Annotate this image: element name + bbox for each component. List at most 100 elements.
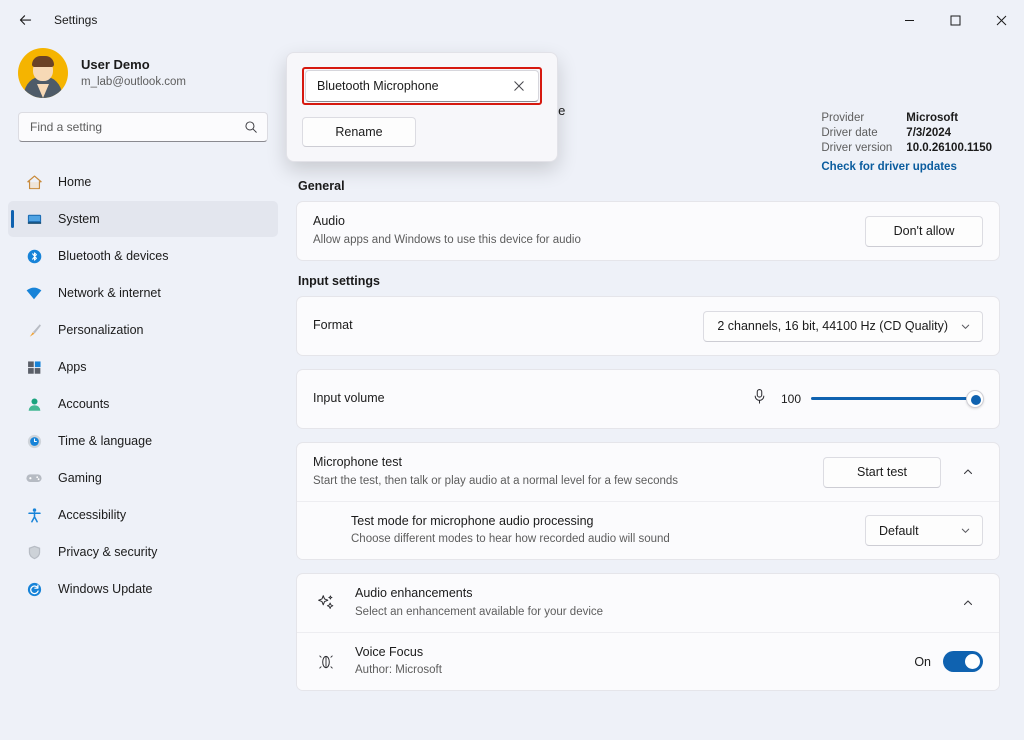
search-box[interactable] <box>18 112 268 142</box>
sidebar-item-label: Windows Update <box>58 582 153 596</box>
driver-provider-label: Provider <box>821 112 892 124</box>
dont-allow-button[interactable]: Don't allow <box>865 216 983 247</box>
sidebar-item-system[interactable]: System <box>8 201 278 237</box>
voice-focus-title: Voice Focus <box>355 644 914 662</box>
chevron-up-icon[interactable] <box>953 588 983 618</box>
driver-version-value: 10.0.26100.1150 <box>906 142 992 154</box>
input-volume-title: Input volume <box>313 390 752 408</box>
bluetooth-icon <box>24 246 44 266</box>
sidebar-item-apps[interactable]: Apps <box>8 349 278 385</box>
audio-enhancements-sub: Select an enhancement available for your… <box>355 605 953 621</box>
input-settings-section-label: Input settings <box>298 274 1000 288</box>
format-value: 2 channels, 16 bit, 44100 Hz (CD Quality… <box>717 319 948 333</box>
driver-date-label: Driver date <box>821 127 892 139</box>
audio-title: Audio <box>313 213 865 231</box>
sidebar-item-network-internet[interactable]: Network & internet <box>8 275 278 311</box>
sidebar-item-label: Home <box>58 175 91 189</box>
accounts-icon <box>24 394 44 414</box>
rename-flyout: Rename <box>286 52 558 162</box>
voice-focus-sub: Author: Microsoft <box>355 663 914 679</box>
maximize-button[interactable] <box>932 0 978 40</box>
sidebar-item-label: Privacy & security <box>58 545 157 559</box>
check-driver-updates-link[interactable]: Check for driver updates <box>821 161 992 173</box>
home-icon <box>24 172 44 192</box>
avatar <box>18 48 68 98</box>
system-icon <box>24 209 44 229</box>
arrow-left-icon <box>18 13 33 28</box>
test-mode-sub: Choose different modes to hear how recor… <box>351 532 865 548</box>
close-button[interactable] <box>978 0 1024 40</box>
format-dropdown[interactable]: 2 channels, 16 bit, 44100 Hz (CD Quality… <box>703 311 983 342</box>
sidebar-item-label: Personalization <box>58 323 143 337</box>
accessibility-icon <box>24 505 44 525</box>
voice-focus-toggle[interactable] <box>943 651 983 672</box>
sidebar-item-privacy-security[interactable]: Privacy & security <box>8 534 278 570</box>
back-button[interactable] <box>8 4 42 36</box>
rename-input-box[interactable] <box>305 70 539 102</box>
sidebar-item-bluetooth-devices[interactable]: Bluetooth & devices <box>8 238 278 274</box>
sidebar-item-accessibility[interactable]: Accessibility <box>8 497 278 533</box>
sidebar-item-home[interactable]: Home <box>8 164 278 200</box>
format-title: Format <box>313 317 703 335</box>
audio-enhancements-title: Audio enhancements <box>355 585 953 603</box>
driver-provider-value: Microsoft <box>906 112 992 124</box>
maximize-icon <box>950 15 961 26</box>
profile-email: m_lab@outlook.com <box>81 75 186 91</box>
shield-icon <box>24 542 44 562</box>
settings-window: Settings <box>0 0 1024 740</box>
rename-input-highlight <box>302 67 542 105</box>
voice-waveform-icon <box>313 651 339 673</box>
format-row: Format 2 channels, 16 bit, 44100 Hz (CD … <box>297 297 999 355</box>
rename-input[interactable] <box>317 79 508 93</box>
input-volume-slider[interactable] <box>811 390 983 408</box>
sidebar-item-gaming[interactable]: Gaming <box>8 460 278 496</box>
rename-confirm-button[interactable]: Rename <box>302 117 416 147</box>
microphone-test-sub: Start the test, then talk or play audio … <box>313 474 823 490</box>
sidebar-item-time-language[interactable]: Time & language <box>8 423 278 459</box>
search-icon <box>244 120 258 134</box>
driver-date-value: 7/3/2024 <box>906 127 992 139</box>
window-title: Settings <box>54 13 97 27</box>
input-volume-value: 100 <box>777 392 801 406</box>
start-test-button[interactable]: Start test <box>823 457 941 488</box>
sidebar-item-label: System <box>58 212 100 226</box>
minimize-icon <box>904 15 915 26</box>
test-mode-value: Default <box>879 524 919 538</box>
microphone-icon <box>752 388 767 410</box>
network-icon <box>24 283 44 303</box>
minimize-button[interactable] <box>886 0 932 40</box>
sidebar-item-label: Gaming <box>58 471 102 485</box>
chevron-up-icon[interactable] <box>953 457 983 487</box>
microphone-test-row: Microphone test Start the test, then tal… <box>297 443 999 501</box>
sidebar: User Demo m_lab@outlook.com <box>0 40 288 740</box>
audio-enhancements-card: Audio enhancements Select an enhancement… <box>296 573 1000 691</box>
general-card: Audio Allow apps and Windows to use this… <box>296 201 1000 261</box>
voice-focus-state-label: On <box>914 655 931 669</box>
sidebar-item-label: Time & language <box>58 434 152 448</box>
sidebar-item-personalization[interactable]: Personalization <box>8 312 278 348</box>
sidebar-item-label: Accessibility <box>58 508 126 522</box>
search-input[interactable] <box>30 120 244 134</box>
update-icon <box>24 579 44 599</box>
sidebar-item-accounts[interactable]: Accounts <box>8 386 278 422</box>
gamepad-icon <box>24 468 44 488</box>
test-mode-dropdown[interactable]: Default <box>865 515 983 546</box>
brush-icon <box>24 320 44 340</box>
clock-icon <box>24 431 44 451</box>
input-volume-row: Input volume 100 <box>297 370 999 428</box>
sidebar-item-label: Accounts <box>58 397 109 411</box>
microphone-test-card: Microphone test Start the test, then tal… <box>296 442 1000 560</box>
test-mode-title: Test mode for microphone audio processin… <box>351 513 865 531</box>
chevron-down-icon <box>960 525 971 536</box>
sidebar-item-windows-update[interactable]: Windows Update <box>8 571 278 607</box>
input-volume-card: Input volume 100 <box>296 369 1000 429</box>
driver-info: Provider Microsoft Driver date 7/3/2024 … <box>821 112 992 173</box>
close-icon[interactable] <box>508 75 530 97</box>
voice-focus-row: Voice Focus Author: Microsoft On <box>297 632 999 690</box>
audio-row: Audio Allow apps and Windows to use this… <box>297 202 999 260</box>
user-profile[interactable]: User Demo m_lab@outlook.com <box>0 40 288 112</box>
apps-icon <box>24 357 44 377</box>
sidebar-nav: Home System <box>0 164 288 607</box>
profile-name: User Demo <box>81 56 186 74</box>
test-mode-row: Test mode for microphone audio processin… <box>297 501 999 559</box>
